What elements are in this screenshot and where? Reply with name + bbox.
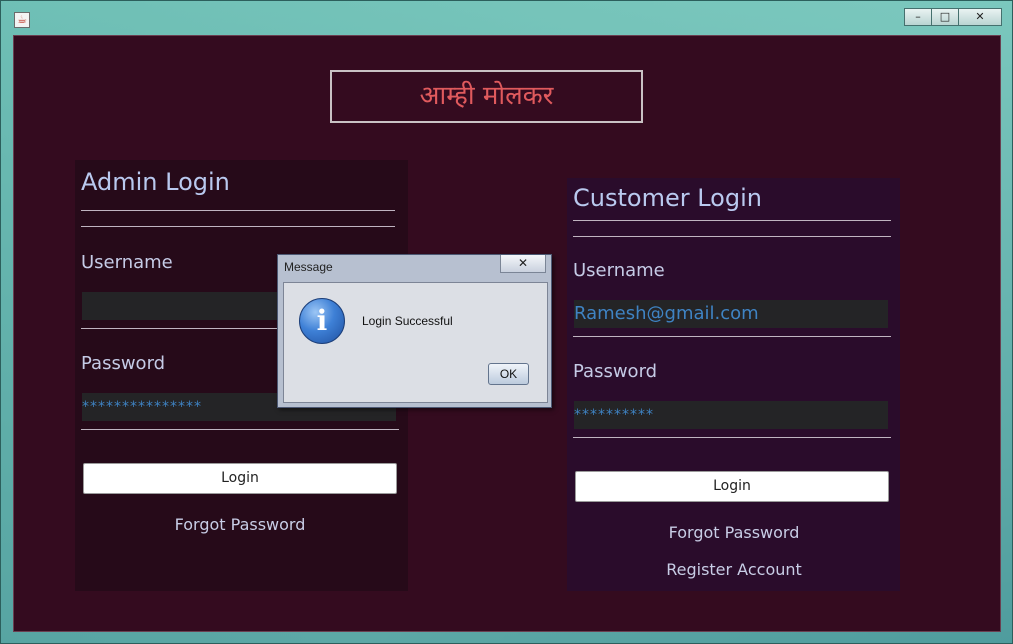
divider xyxy=(573,336,891,337)
customer-password-label: Password xyxy=(573,361,658,382)
divider xyxy=(81,429,399,430)
admin-password-label: Password xyxy=(81,353,166,374)
register-account-link[interactable]: Register Account xyxy=(575,560,893,579)
brand-title: आम्ही मोलकर xyxy=(330,70,643,123)
admin-username-label: Username xyxy=(81,252,173,273)
customer-login-heading: Customer Login xyxy=(573,184,762,212)
message-dialog: Message ✕ i Login Successful OK xyxy=(277,254,552,408)
customer-forgot-password-link[interactable]: Forgot Password xyxy=(575,523,893,542)
minimize-button[interactable]: – xyxy=(904,8,932,26)
dialog-title: Message xyxy=(284,260,333,274)
info-icon: i xyxy=(299,298,345,344)
maximize-button[interactable]: □ xyxy=(931,8,959,26)
dialog-body: i Login Successful OK xyxy=(283,282,548,403)
divider xyxy=(573,236,891,237)
divider xyxy=(81,210,395,211)
customer-username-label: Username xyxy=(573,260,665,281)
window-controls: – □ ✕ xyxy=(904,8,1002,26)
divider xyxy=(573,437,891,438)
title-bar[interactable]: ☕ – □ ✕ xyxy=(1,1,1013,33)
divider xyxy=(81,226,395,227)
ok-button[interactable]: OK xyxy=(488,363,529,385)
java-icon[interactable]: ☕ xyxy=(14,12,30,28)
close-button[interactable]: ✕ xyxy=(958,8,1002,26)
divider xyxy=(573,220,891,221)
admin-login-button[interactable]: Login xyxy=(83,463,397,494)
customer-login-panel: Customer Login Username Ramesh@gmail.com… xyxy=(567,178,900,591)
dialog-message: Login Successful xyxy=(362,314,453,328)
customer-password-field[interactable]: ********** xyxy=(574,401,888,429)
dialog-close-button[interactable]: ✕ xyxy=(500,255,546,273)
customer-login-button[interactable]: Login xyxy=(575,471,889,502)
admin-login-heading: Admin Login xyxy=(81,168,230,196)
customer-username-field[interactable]: Ramesh@gmail.com xyxy=(574,300,888,328)
admin-forgot-password-link[interactable]: Forgot Password xyxy=(83,515,397,534)
